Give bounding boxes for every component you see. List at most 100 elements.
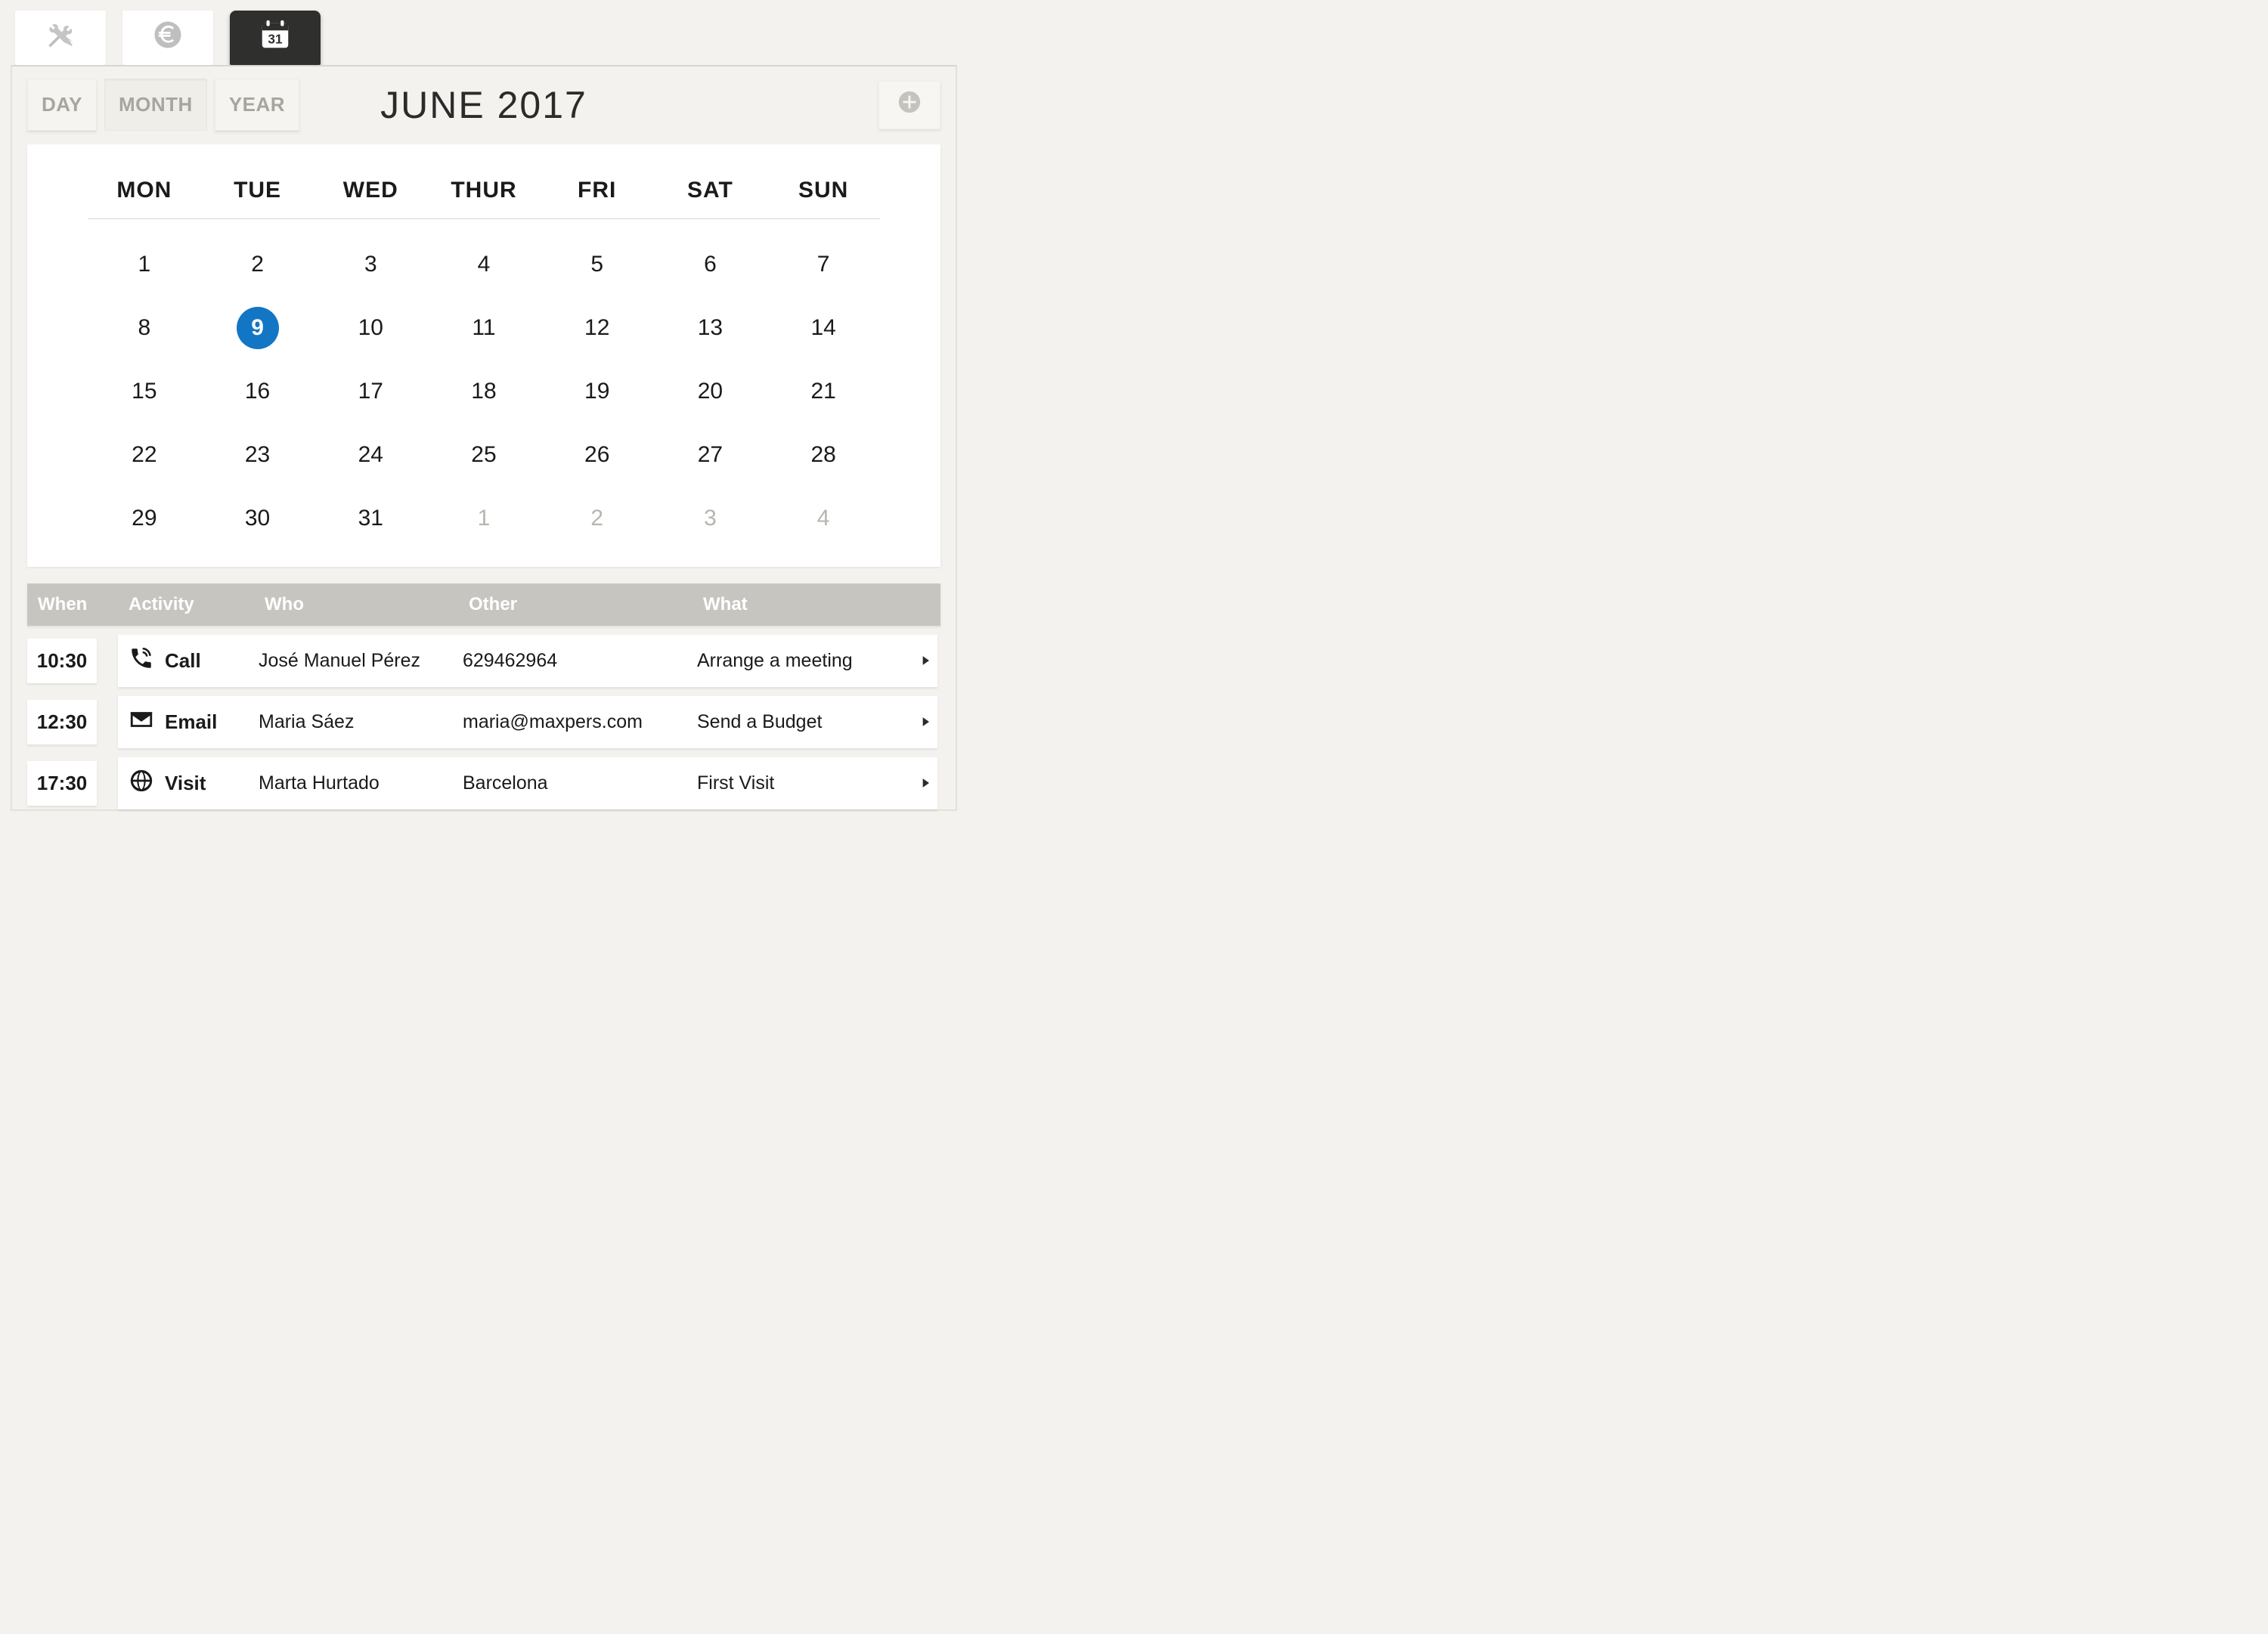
day-cell[interactable]: 17: [314, 370, 427, 413]
month-grid-card: MON TUE WED THUR FRI SAT SUN 12345678910…: [27, 144, 940, 567]
tab-calendar[interactable]: 31: [230, 11, 321, 65]
agenda-header-when: When: [38, 594, 129, 615]
view-switch: DAY MONTH YEAR: [27, 79, 299, 131]
calendar-31-icon: 31: [258, 17, 293, 58]
agenda-header-activity: Activity: [129, 594, 265, 615]
agenda-header-row: When Activity Who Other What: [27, 583, 940, 626]
day-cell[interactable]: 31: [314, 497, 427, 540]
agenda-who: Marta Hurtado: [259, 772, 463, 794]
day-cell[interactable]: 20: [654, 370, 767, 413]
agenda-row: 12:30 Email Maria Sáezmaria@maxpers.comSen…: [27, 696, 940, 748]
day-cell[interactable]: 2: [201, 243, 314, 286]
day-cell[interactable]: 11: [427, 307, 541, 349]
dow-label: FRI: [541, 178, 654, 203]
calendar-panel: DAY MONTH YEAR JUNE 2017 MON TUE WED THU…: [11, 65, 957, 811]
agenda-row: 17:30VisitMarta HurtadoBarcelonaFirst Vi…: [27, 757, 940, 809]
day-cell[interactable]: 29: [88, 497, 201, 540]
day-cell[interactable]: 7: [767, 243, 880, 286]
agenda-other: 629462964: [463, 650, 697, 672]
agenda-time-chip[interactable]: 12:30: [27, 700, 97, 744]
agenda-header-what: What: [703, 594, 915, 615]
agenda-activity-label: Visit: [165, 772, 206, 795]
day-cell[interactable]: 16: [201, 370, 314, 413]
day-cell[interactable]: 2: [541, 497, 654, 540]
chevron-right-icon: [918, 771, 933, 797]
plus-circle-icon: [897, 89, 922, 121]
wrench-screwdriver-icon: [45, 19, 76, 57]
view-day-button[interactable]: DAY: [27, 79, 97, 131]
agenda-time-chip[interactable]: 17:30: [27, 761, 97, 806]
day-cell[interactable]: 28: [767, 434, 880, 476]
month-grid: 1234567891011121314151617181920212223242…: [88, 219, 880, 540]
day-cell[interactable]: 5: [541, 243, 654, 286]
tab-money[interactable]: [122, 11, 213, 65]
dow-label: THUR: [427, 178, 541, 203]
day-cell[interactable]: 10: [314, 307, 427, 349]
day-cell[interactable]: 12: [541, 307, 654, 349]
day-cell[interactable]: 15: [88, 370, 201, 413]
euro-icon: [152, 19, 184, 57]
day-cell[interactable]: 22: [88, 434, 201, 476]
day-cell[interactable]: 3: [654, 497, 767, 540]
tab-tools[interactable]: [15, 11, 106, 65]
day-cell[interactable]: 4: [427, 243, 541, 286]
agenda-header-other: Other: [469, 594, 703, 615]
chevron-right-icon: [918, 648, 933, 674]
agenda-header-who: Who: [265, 594, 469, 615]
day-cell[interactable]: 25: [427, 434, 541, 476]
view-month-button[interactable]: MONTH: [104, 79, 207, 131]
day-cell[interactable]: 1: [88, 243, 201, 286]
mail-icon: [129, 707, 154, 738]
agenda-what: Send a Budget: [697, 711, 909, 733]
panel-header: DAY MONTH YEAR JUNE 2017: [12, 67, 956, 144]
agenda-who: José Manuel Pérez: [259, 650, 463, 672]
add-event-button[interactable]: [878, 81, 940, 129]
day-cell[interactable]: 14: [767, 307, 880, 349]
day-cell[interactable]: 3: [314, 243, 427, 286]
day-cell[interactable]: 18: [427, 370, 541, 413]
dow-label: TUE: [201, 178, 314, 203]
agenda-time-chip[interactable]: 10:30: [27, 639, 97, 683]
agenda-row-card[interactable]: Email Maria Sáezmaria@maxpers.comSend a B…: [118, 696, 937, 748]
svg-text:31: 31: [268, 32, 283, 47]
day-cell[interactable]: 26: [541, 434, 654, 476]
day-cell[interactable]: 4: [767, 497, 880, 540]
agenda-activity-label: Call: [165, 649, 201, 673]
day-cell[interactable]: 27: [654, 434, 767, 476]
agenda-other: Barcelona: [463, 772, 697, 794]
day-cell[interactable]: 8: [88, 307, 201, 349]
dow-label: MON: [88, 178, 201, 203]
day-cell[interactable]: 9: [201, 307, 314, 349]
agenda-activity: Call: [122, 645, 259, 676]
agenda-row-card[interactable]: VisitMarta HurtadoBarcelonaFirst Visit: [118, 757, 937, 809]
dow-label: SAT: [654, 178, 767, 203]
agenda-who: Maria Sáez: [259, 711, 463, 733]
day-cell[interactable]: 1: [427, 497, 541, 540]
agenda-row: 10:30 Call José Manuel Pérez629462964Arran…: [27, 635, 940, 687]
weekday-header: MON TUE WED THUR FRI SAT SUN: [88, 178, 880, 219]
day-cell[interactable]: 30: [201, 497, 314, 540]
day-cell[interactable]: 13: [654, 307, 767, 349]
day-cell[interactable]: 24: [314, 434, 427, 476]
agenda-what: Arrange a meeting: [697, 650, 909, 672]
disclosure-button[interactable]: [909, 710, 942, 735]
chevron-right-icon: [918, 710, 933, 735]
agenda-activity-label: Email: [165, 710, 217, 734]
view-year-button[interactable]: YEAR: [215, 79, 299, 131]
agenda-section: When Activity Who Other What 10:30 Call Jo…: [27, 583, 940, 809]
agenda-other: maria@maxpers.com: [463, 711, 697, 733]
phone-icon: [129, 645, 154, 676]
day-cell[interactable]: 6: [654, 243, 767, 286]
day-cell[interactable]: 21: [767, 370, 880, 413]
dow-label: SUN: [767, 178, 880, 203]
disclosure-button[interactable]: [909, 648, 942, 674]
globe-icon: [129, 768, 154, 799]
disclosure-button[interactable]: [909, 771, 942, 797]
agenda-activity: Email: [122, 707, 259, 738]
top-tabs: 31: [0, 0, 968, 65]
dow-label: WED: [314, 178, 427, 203]
agenda-activity: Visit: [122, 768, 259, 799]
agenda-row-card[interactable]: Call José Manuel Pérez629462964Arrange a …: [118, 635, 937, 687]
day-cell[interactable]: 19: [541, 370, 654, 413]
day-cell[interactable]: 23: [201, 434, 314, 476]
